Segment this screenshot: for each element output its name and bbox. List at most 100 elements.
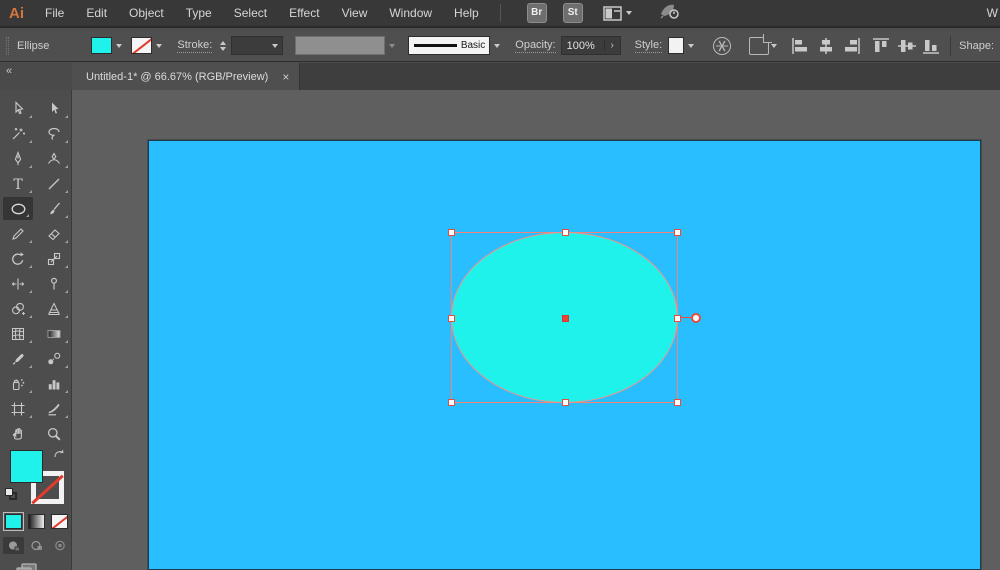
stroke-color-dropdown[interactable] [152, 37, 165, 54]
menu-edit[interactable]: Edit [75, 0, 118, 26]
transform-button[interactable] [749, 37, 777, 55]
default-fill-stroke-button[interactable] [5, 488, 17, 500]
draw-behind-button[interactable] [26, 537, 47, 554]
options-divider [950, 36, 951, 56]
artboard[interactable] [148, 140, 981, 570]
live-shape-widget-handle[interactable] [691, 313, 701, 323]
perspective-grid-tool[interactable] [36, 296, 72, 321]
center-point-handle[interactable] [562, 315, 569, 322]
blend-tool[interactable] [36, 346, 72, 371]
opacity-value[interactable]: 100% [562, 40, 604, 52]
stroke-weight-field[interactable] [231, 36, 283, 55]
vertical-align-center-icon[interactable] [897, 37, 917, 55]
type-tool[interactable]: T [0, 171, 36, 196]
document-tab[interactable]: Untitled-1* @ 66.67% (RGB/Preview) × [72, 63, 300, 90]
menu-help[interactable]: Help [443, 0, 490, 26]
menu-window[interactable]: Window [378, 0, 443, 26]
slice-tool[interactable] [36, 396, 72, 421]
handle-bottom-center[interactable] [562, 399, 569, 406]
eraser-tool[interactable] [36, 221, 72, 246]
zoom-tool[interactable] [36, 421, 72, 446]
mesh-tool[interactable] [0, 321, 36, 346]
opacity-label[interactable]: Opacity: [515, 39, 555, 53]
close-tab-icon[interactable]: × [282, 70, 289, 84]
column-graph-tool[interactable] [36, 371, 72, 396]
toolbar-collapse[interactable]: « [0, 63, 72, 90]
eyedropper-tool[interactable] [0, 346, 36, 371]
magic-wand-tool[interactable] [0, 121, 36, 146]
style-label[interactable]: Style: [635, 39, 663, 53]
stroke-weight-stepper[interactable] [217, 41, 229, 51]
arrange-documents-button[interactable] [603, 6, 632, 21]
collapse-chevrons-icon: « [6, 65, 12, 77]
stroke-style-dropdown[interactable]: Basic [408, 36, 490, 55]
gradient-tool[interactable] [36, 321, 72, 346]
ellipse-tool[interactable] [3, 197, 33, 220]
width-tool[interactable] [0, 271, 36, 296]
scale-tool[interactable] [36, 246, 72, 271]
menu-effect[interactable]: Effect [278, 0, 330, 26]
canvas-area[interactable] [72, 90, 1000, 570]
opacity-field[interactable]: 100% › [561, 36, 621, 55]
hand-tool[interactable] [0, 421, 36, 446]
handle-top-right[interactable] [674, 229, 681, 236]
selection-bounding-box[interactable] [451, 232, 678, 403]
color-button[interactable] [5, 514, 22, 529]
stroke-weight-label[interactable]: Stroke: [177, 39, 212, 53]
draw-inside-button[interactable] [49, 537, 70, 554]
menu-select[interactable]: Select [223, 0, 278, 26]
shaper-tool[interactable] [0, 221, 36, 246]
stock-button[interactable]: St [563, 3, 583, 23]
lasso-tool[interactable] [36, 121, 72, 146]
horizontal-align-center-icon[interactable] [816, 37, 836, 55]
fill-indicator[interactable] [10, 450, 43, 483]
curvature-tool[interactable] [36, 146, 72, 171]
shape-builder-tool[interactable] [0, 296, 36, 321]
horizontal-align-left-icon[interactable] [791, 37, 811, 55]
paintbrush-tool[interactable] [36, 196, 72, 221]
chevron-down-icon [688, 44, 694, 48]
horizontal-align-right-icon[interactable] [841, 37, 861, 55]
menu-view[interactable]: View [331, 0, 379, 26]
recolor-artwork-icon[interactable] [713, 37, 731, 55]
menu-object[interactable]: Object [118, 0, 175, 26]
handle-bottom-right[interactable] [674, 399, 681, 406]
puppet-warp-tool[interactable] [36, 271, 72, 296]
handle-middle-left[interactable] [448, 315, 455, 322]
fill-color-dropdown[interactable] [112, 37, 125, 54]
gradient-button[interactable] [28, 514, 45, 529]
brush-definition-dropdown[interactable] [295, 36, 385, 55]
style-chevron[interactable] [684, 37, 697, 54]
bridge-button[interactable]: Br [527, 3, 547, 23]
direct-selection-tool[interactable] [0, 96, 36, 121]
symbol-sprayer-tool[interactable] [0, 371, 36, 396]
fill-color-swatch[interactable] [91, 37, 112, 54]
screen-mode-button[interactable] [0, 554, 71, 570]
chevron-down-icon [156, 44, 162, 48]
brush-definition-chevron[interactable] [385, 37, 398, 54]
line-segment-tool[interactable] [36, 171, 72, 196]
handle-bottom-left[interactable] [448, 399, 455, 406]
artboard-tool[interactable] [0, 396, 36, 421]
stroke-style-chevron[interactable] [490, 37, 503, 54]
pen-tool[interactable] [0, 146, 36, 171]
menu-type[interactable]: Type [175, 0, 223, 26]
none-button[interactable] [51, 514, 68, 529]
vertical-align-bottom-icon[interactable] [922, 37, 942, 55]
rotate-tool[interactable] [0, 246, 36, 271]
color-mode-buttons [0, 510, 71, 529]
workspace-label-truncated[interactable]: W [987, 6, 998, 20]
opacity-slider-arrow[interactable]: › [604, 40, 620, 51]
handle-top-center[interactable] [562, 229, 569, 236]
graphic-style-swatch[interactable] [668, 37, 684, 54]
selection-tool[interactable] [36, 96, 72, 121]
stroke-color-swatch[interactable] [131, 37, 152, 54]
menubar-divider [500, 4, 501, 22]
vertical-align-top-icon[interactable] [872, 37, 892, 55]
swap-fill-stroke-button[interactable] [52, 448, 66, 466]
menu-file[interactable]: File [34, 0, 75, 26]
handle-top-left[interactable] [448, 229, 455, 236]
panel-grip[interactable] [6, 37, 9, 55]
draw-normal-button[interactable] [3, 537, 24, 554]
gpu-performance-button[interactable] [658, 2, 680, 25]
